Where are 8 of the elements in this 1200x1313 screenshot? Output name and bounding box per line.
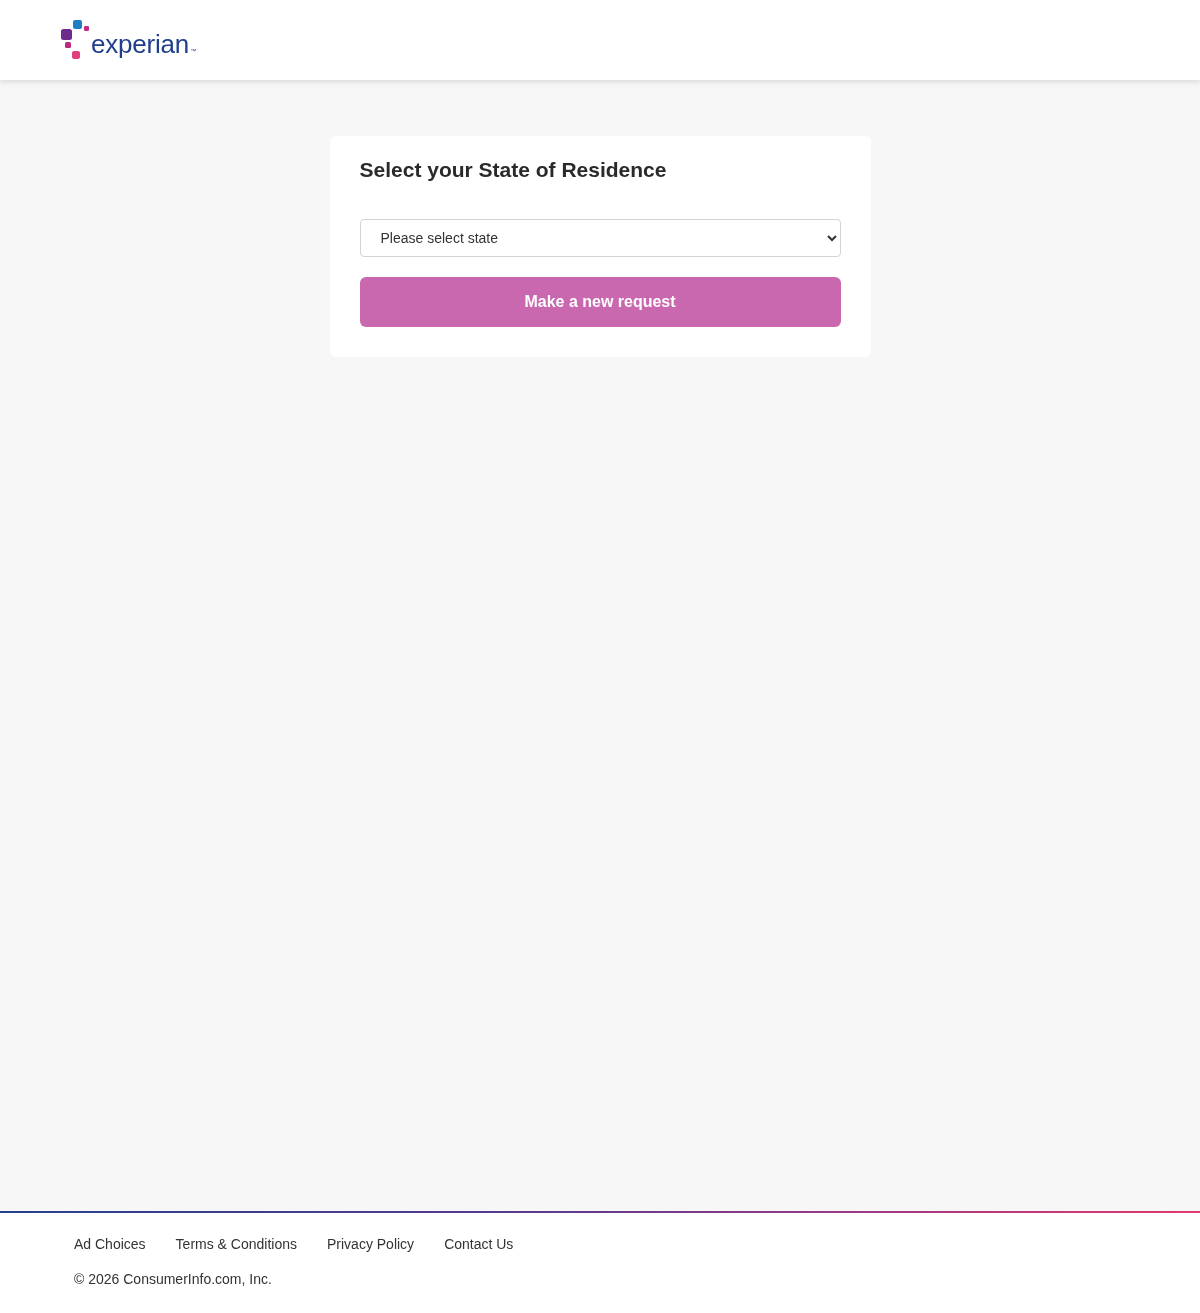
footer-link[interactable]: Contact Us [444,1235,514,1253]
footer-link[interactable]: Ad Choices [74,1235,146,1253]
footer-link[interactable]: Privacy Policy [327,1235,415,1253]
card-title: Select your State of Residence [359,157,668,183]
state-select[interactable]: Please select state [359,219,841,257]
footer-link[interactable]: Terms & Conditions [175,1235,297,1253]
copyright-text: © 2026 ConsumerInfo.com, Inc. [74,1270,273,1288]
colored-squares-icon [61,20,89,60]
